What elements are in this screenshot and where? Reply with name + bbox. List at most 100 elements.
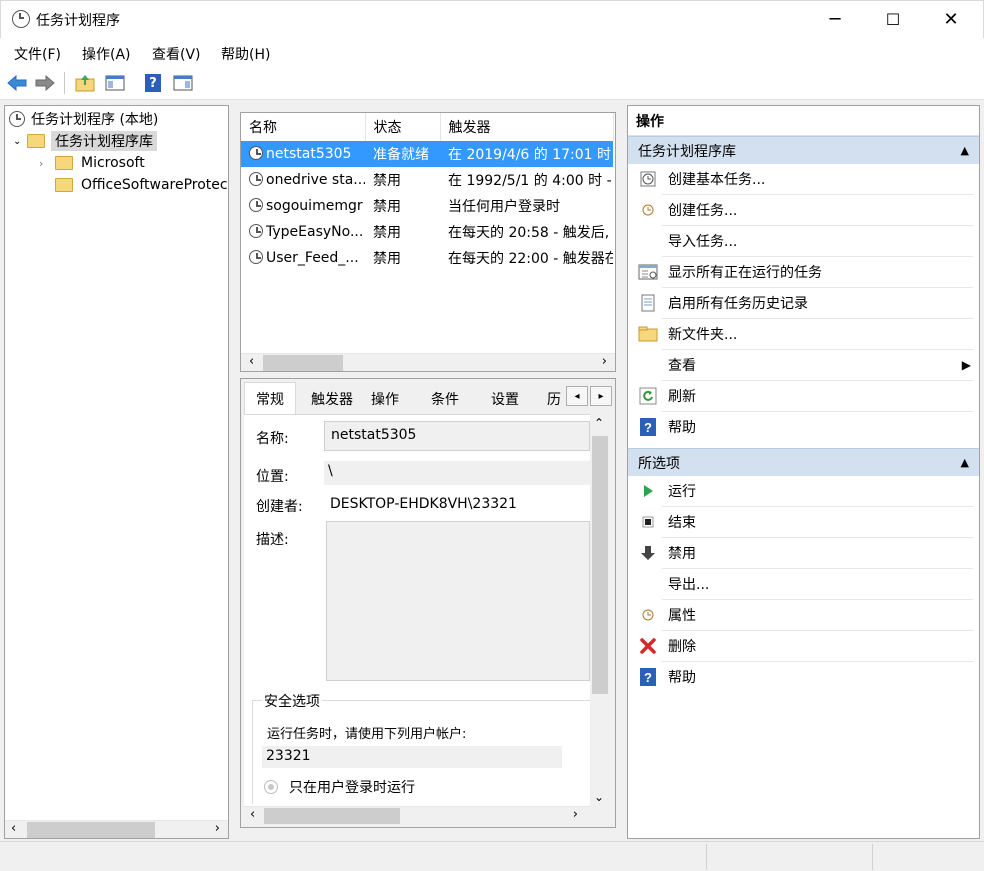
menu-help[interactable]: 帮助(H) bbox=[221, 44, 270, 64]
column-header-name[interactable]: 名称 bbox=[241, 113, 366, 141]
tab-scroll-right-button[interactable]: ▸ bbox=[590, 386, 612, 406]
scroll-right-icon[interactable]: › bbox=[215, 821, 220, 836]
action-label: 导出... bbox=[668, 577, 710, 593]
menu-action[interactable]: 操作(A) bbox=[82, 44, 131, 64]
security-options-title: 安全选项 bbox=[262, 691, 322, 711]
detail-horizontal-scrollbar[interactable]: ‹ › bbox=[244, 806, 590, 824]
tab-actions[interactable]: 操作 bbox=[362, 384, 408, 414]
user-account-field[interactable]: 23321 bbox=[262, 746, 562, 768]
library-action-8[interactable]: ? 帮助 bbox=[628, 412, 979, 442]
description-field[interactable] bbox=[326, 521, 590, 681]
refresh-icon bbox=[628, 387, 668, 405]
back-button[interactable] bbox=[6, 72, 28, 94]
task-scheduler-app-icon bbox=[12, 10, 30, 28]
detail-vertical-scrollbar[interactable]: ⌃ ⌄ bbox=[590, 414, 610, 806]
tree-item-library[interactable]: ⌄ 任务计划程序库 bbox=[5, 130, 228, 152]
library-action-1[interactable]: 创建任务... bbox=[628, 195, 979, 225]
security-border bbox=[252, 700, 253, 804]
selected-action-1[interactable]: 结束 bbox=[628, 507, 979, 537]
console-tree-icon bbox=[105, 75, 125, 91]
tree-item-officesoftwareprotec[interactable]: OfficeSoftwareProtec bbox=[5, 174, 228, 196]
tree-horizontal-scrollbar[interactable]: ‹ › bbox=[5, 820, 228, 838]
scroll-thumb[interactable] bbox=[264, 808, 400, 824]
up-folder-button[interactable] bbox=[74, 72, 96, 94]
author-value: DESKTOP-EHDK8VH\23321 bbox=[330, 496, 517, 512]
table-row[interactable]: netstat5305 准备就绪 在 2019/4/6 的 17:01 时 bbox=[241, 141, 613, 167]
library-action-5[interactable]: 新文件夹... bbox=[628, 319, 979, 349]
maximize-button[interactable]: ☐ bbox=[864, 0, 922, 38]
action-label: 查看 bbox=[668, 358, 696, 374]
scroll-down-icon[interactable]: ⌄ bbox=[594, 790, 604, 804]
selected-action-0[interactable]: 运行 bbox=[628, 476, 979, 506]
column-header-trigger[interactable]: 触发器 bbox=[440, 113, 614, 141]
section-library[interactable]: 任务计划程序库 ▲ bbox=[628, 136, 979, 164]
selected-action-6[interactable]: ? 帮助 bbox=[628, 662, 979, 692]
actions-header: 操作 bbox=[628, 106, 979, 136]
tab-general[interactable]: 常规 bbox=[244, 382, 296, 414]
library-action-7[interactable]: 刷新 bbox=[628, 381, 979, 411]
library-action-4[interactable]: 启用所有任务历史记录 bbox=[628, 288, 979, 318]
selected-action-4[interactable]: 属性 bbox=[628, 600, 979, 630]
table-row[interactable]: User_Feed_... 禁用 在每天的 22:00 - 触发器在 bbox=[241, 245, 613, 271]
status-bar bbox=[0, 841, 984, 871]
collapse-up-icon[interactable]: ▲ bbox=[961, 144, 969, 157]
forward-button[interactable] bbox=[34, 72, 56, 94]
close-button[interactable]: ✕ bbox=[922, 0, 980, 38]
action-label: 删除 bbox=[668, 639, 696, 655]
scroll-left-icon[interactable]: ‹ bbox=[11, 821, 16, 836]
chevron-right-icon[interactable]: › bbox=[39, 157, 55, 170]
scroll-up-icon[interactable]: ⌃ bbox=[594, 416, 604, 430]
column-header-status[interactable]: 状态 bbox=[365, 113, 441, 141]
collapse-up-icon[interactable]: ▲ bbox=[961, 456, 969, 469]
scroll-thumb[interactable] bbox=[27, 822, 155, 838]
menu-file[interactable]: 文件(F) bbox=[14, 44, 61, 64]
selected-action-2[interactable]: 禁用 bbox=[628, 538, 979, 568]
library-action-0[interactable]: 创建基本任务... bbox=[628, 164, 979, 194]
tree-item-microsoft[interactable]: › Microsoft bbox=[5, 152, 228, 174]
name-field[interactable]: netstat5305 bbox=[324, 421, 590, 451]
menu-view[interactable]: 查看(V) bbox=[152, 44, 201, 64]
task-trigger: 在 2019/4/6 的 17:01 时 bbox=[440, 141, 613, 167]
chevron-down-icon[interactable]: ⌄ bbox=[13, 136, 27, 147]
action-label: 禁用 bbox=[668, 546, 696, 562]
library-action-2[interactable]: 导入任务... bbox=[628, 226, 979, 256]
task-list-horizontal-scrollbar[interactable]: ‹ › bbox=[241, 353, 615, 371]
tab-triggers[interactable]: 触发器 bbox=[304, 384, 360, 414]
folder-icon bbox=[55, 178, 73, 192]
minimize-button[interactable]: ─ bbox=[806, 0, 864, 38]
table-row[interactable]: sogouimemgr 禁用 当任何用户登录时 bbox=[241, 193, 613, 219]
task-trigger: 在每天的 22:00 - 触发器在 bbox=[448, 251, 613, 267]
library-action-3[interactable]: 显示所有正在运行的任务 bbox=[628, 257, 979, 287]
selected-action-3[interactable]: 导出... bbox=[628, 569, 979, 599]
scroll-right-icon[interactable]: › bbox=[573, 807, 578, 822]
location-field[interactable]: \ bbox=[324, 461, 590, 485]
tab-scroll-left-button[interactable]: ◂ bbox=[566, 386, 588, 406]
task-status: 禁用 bbox=[373, 251, 401, 267]
scroll-left-icon[interactable]: ‹ bbox=[249, 354, 254, 369]
library-folder-icon bbox=[27, 134, 45, 148]
tab-history[interactable]: 历 bbox=[542, 384, 566, 414]
tree-item-label: 任务计划程序 (本地) bbox=[31, 112, 159, 128]
library-action-6[interactable]: 查看 ▶ bbox=[628, 350, 979, 380]
radio-logged-on[interactable] bbox=[264, 780, 278, 794]
table-row[interactable]: TypeEasyNo... 禁用 在每天的 20:58 - 触发后, bbox=[241, 219, 613, 245]
scroll-left-icon[interactable]: ‹ bbox=[250, 807, 255, 822]
folder-icon bbox=[628, 326, 668, 342]
tab-settings[interactable]: 设置 bbox=[482, 384, 528, 414]
table-header-row: 名称 状态 触发器 bbox=[241, 113, 614, 141]
scroll-thumb[interactable] bbox=[263, 355, 343, 371]
up-folder-icon bbox=[75, 75, 95, 92]
help-toolbar-button[interactable]: ? bbox=[142, 72, 164, 94]
tab-conditions[interactable]: 条件 bbox=[422, 384, 468, 414]
task-status: 准备就绪 bbox=[365, 141, 440, 167]
section-selected-item[interactable]: 所选项 ▲ bbox=[628, 448, 979, 476]
show-hide-action-pane-button[interactable] bbox=[172, 72, 194, 94]
table-row[interactable]: onedrive sta... 禁用 在 1992/5/1 的 4:00 时 - bbox=[241, 167, 613, 193]
scroll-thumb[interactable] bbox=[592, 436, 608, 694]
scroll-right-icon[interactable]: › bbox=[602, 354, 607, 369]
selected-action-5[interactable]: 删除 bbox=[628, 631, 979, 661]
task-list-pane: 名称 状态 触发器 netstat5305 准备就绪 在 2019/4/6 的 … bbox=[240, 112, 616, 372]
task-status: 禁用 bbox=[373, 225, 401, 241]
tree-item-local[interactable]: 任务计划程序 (本地) bbox=[5, 108, 228, 130]
show-hide-console-tree-button[interactable] bbox=[104, 72, 126, 94]
